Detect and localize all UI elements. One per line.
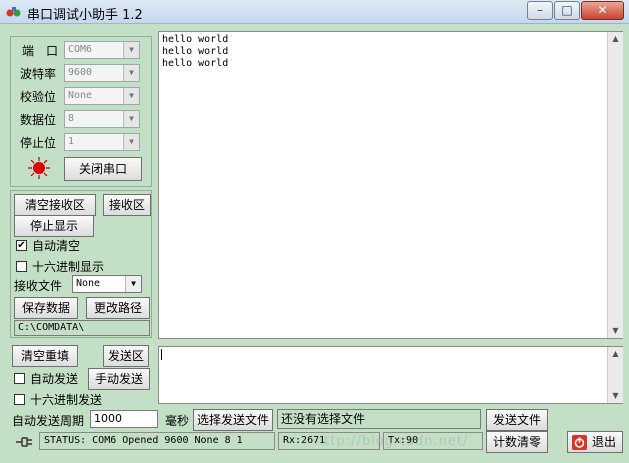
save-path-display: C:\COMDATA\ <box>14 320 150 336</box>
close-port-button[interactable]: 关闭串口 <box>64 157 142 181</box>
period-label: 自动发送周期 <box>12 414 85 428</box>
send-scrollbar[interactable]: ▲ ▼ <box>607 347 623 403</box>
scroll-up-icon[interactable]: ▲ <box>608 32 623 46</box>
window-title: 串口调试小助手 1.2 <box>27 8 143 23</box>
stop-display-button[interactable]: 停止显示 <box>14 215 94 237</box>
chevron-down-icon: ▼ <box>123 111 139 127</box>
parity-label: 校验位 <box>20 90 57 104</box>
receive-file-value: None <box>76 278 101 289</box>
stopbits-value: 1 <box>68 136 75 147</box>
baud-select[interactable]: 9600 ▼ <box>64 64 140 82</box>
baud-label: 波特率 <box>20 67 57 81</box>
period-input[interactable]: 1000 <box>90 410 158 428</box>
watermark-text: http://blog.csdn.net/ <box>315 434 469 449</box>
chevron-down-icon: ▼ <box>123 65 139 81</box>
text-cursor <box>161 349 162 360</box>
parity-value: None <box>68 90 93 101</box>
change-path-button[interactable]: 更改路径 <box>86 297 150 319</box>
send-textarea[interactable] <box>158 346 623 404</box>
scroll-down-icon[interactable]: ▼ <box>608 324 623 338</box>
ms-label: 毫秒 <box>165 414 190 428</box>
receive-area-label: 接收区 <box>103 194 151 216</box>
title-bar: 串口调试小助手 1.2 – □ ✕ <box>0 0 629 24</box>
port-value: COM6 <box>68 44 93 55</box>
scroll-up-icon[interactable]: ▲ <box>608 347 623 361</box>
receive-file-label: 接收文件 <box>14 279 63 293</box>
send-file-button[interactable]: 发送文件 <box>486 409 548 431</box>
chevron-down-icon: ▼ <box>123 134 139 150</box>
maximize-button[interactable]: □ <box>554 1 580 20</box>
app-icon <box>6 7 21 17</box>
clear-send-button[interactable]: 清空重填 <box>12 345 78 367</box>
port-select[interactable]: COM6 ▼ <box>64 41 140 59</box>
stopbits-label: 停止位 <box>20 136 57 150</box>
hex-display-label: 十六进制显示 <box>32 260 105 274</box>
status-text: STATUS: COM6 Opened 9600 None 8 1 <box>39 432 275 450</box>
receive-file-select[interactable]: None ▼ <box>72 275 142 293</box>
minimize-button[interactable]: – <box>527 1 553 20</box>
manual-send-button[interactable]: 手动发送 <box>88 368 150 390</box>
auto-clear-label: 自动清空 <box>32 239 81 253</box>
receive-scrollbar[interactable]: ▲ ▼ <box>607 32 623 338</box>
exit-label: 退出 <box>592 435 617 449</box>
choose-file-button[interactable]: 选择发送文件 <box>193 409 273 431</box>
stopbits-select[interactable]: 1 ▼ <box>64 133 140 151</box>
save-data-button[interactable]: 保存数据 <box>14 297 78 319</box>
databits-select[interactable]: 8 ▼ <box>64 110 140 128</box>
clear-receive-button[interactable]: 清空接收区 <box>14 194 96 216</box>
hex-send-label: 十六进制发送 <box>30 393 103 407</box>
port-label: 端 口 <box>22 44 59 58</box>
databits-label: 数据位 <box>20 113 57 127</box>
chevron-down-icon: ▼ <box>125 276 141 292</box>
power-icon <box>572 435 587 450</box>
databits-value: 8 <box>68 113 75 124</box>
auto-send-checkbox[interactable] <box>14 373 25 384</box>
hex-send-checkbox[interactable] <box>14 394 25 405</box>
check-icon: ✔ <box>17 240 26 251</box>
hex-display-checkbox[interactable] <box>16 261 27 272</box>
reset-count-button[interactable]: 计数清零 <box>486 431 548 453</box>
file-status-display: 还没有选择文件 <box>277 409 481 429</box>
auto-clear-checkbox[interactable]: ✔ <box>16 240 27 251</box>
baud-value: 9600 <box>68 67 93 78</box>
chevron-down-icon: ▼ <box>123 42 139 58</box>
scroll-down-icon[interactable]: ▼ <box>608 389 623 403</box>
auto-send-label: 自动发送 <box>30 372 79 386</box>
close-button[interactable]: ✕ <box>581 1 624 20</box>
exit-button[interactable]: 退出 <box>567 431 623 453</box>
parity-select[interactable]: None ▼ <box>64 87 140 105</box>
connector-icon <box>16 437 32 447</box>
chevron-down-icon: ▼ <box>123 88 139 104</box>
send-area-label: 发送区 <box>103 345 149 367</box>
receive-textarea[interactable]: hello world hello world hello world <box>158 31 623 339</box>
port-status-indicator-icon <box>28 157 50 179</box>
